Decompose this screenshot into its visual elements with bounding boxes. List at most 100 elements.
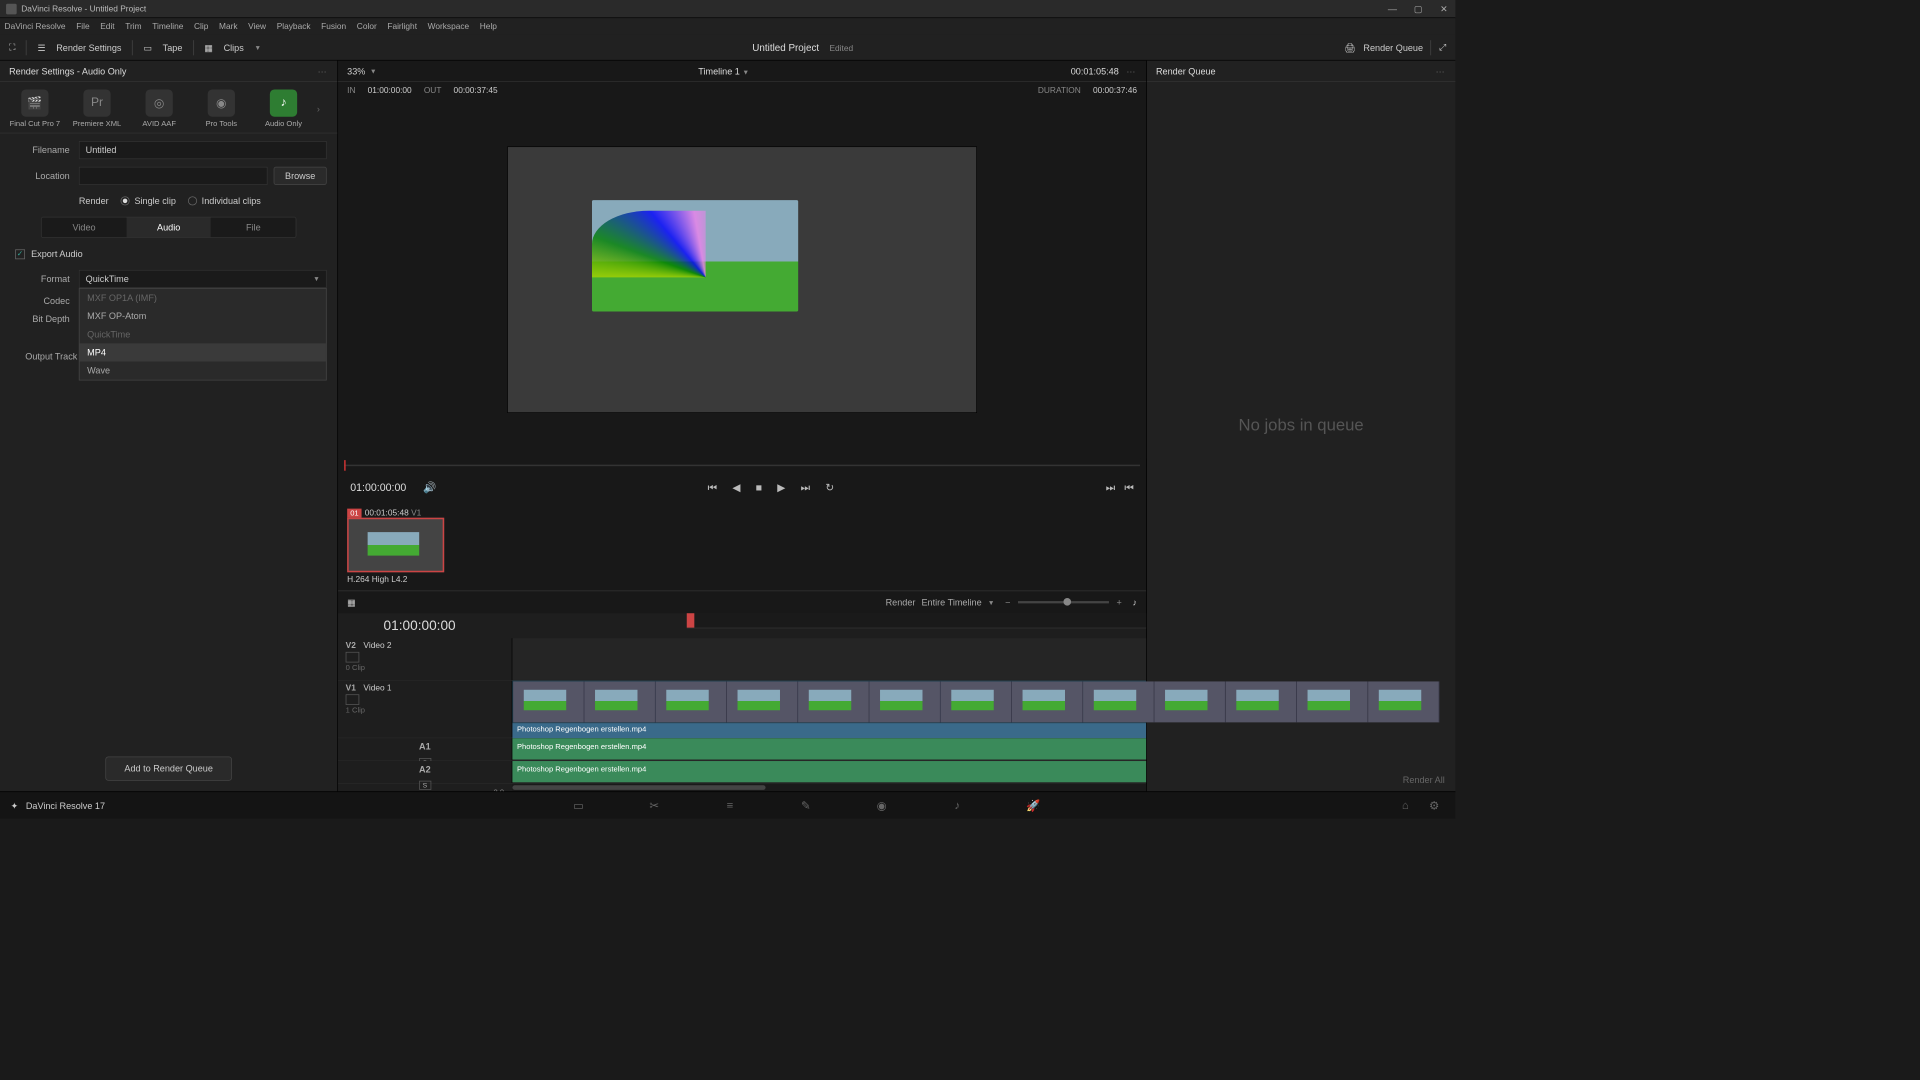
render-all-button[interactable]: Render All	[1403, 775, 1445, 786]
stop-button[interactable]: ■	[756, 481, 762, 494]
tab-file[interactable]: File	[211, 218, 296, 238]
prev-frame-button[interactable]: ◀	[732, 481, 740, 494]
clips-icon[interactable]: ▦	[204, 42, 213, 53]
tab-audio[interactable]: Audio	[126, 218, 211, 238]
menu-item[interactable]: Trim	[125, 22, 141, 31]
track-body[interactable]: Photoshop Regenbogen erstellen.mp4	[512, 681, 1146, 738]
browse-button[interactable]: Browse	[274, 167, 327, 185]
individual-clips-radio[interactable]: Individual clips	[188, 196, 261, 207]
first-frame-button[interactable]: ⏮	[708, 481, 718, 494]
location-input[interactable]	[79, 167, 268, 185]
viewer-viewport[interactable]	[338, 100, 1146, 459]
track-body[interactable]: Photoshop Regenbogen erstellen.mp4	[512, 738, 1146, 760]
zoom-out-button[interactable]: −	[1005, 597, 1010, 608]
zoom-slider[interactable]	[1018, 601, 1109, 603]
menu-item[interactable]: Edit	[100, 22, 114, 31]
panel-menu-icon[interactable]: ⋯	[1436, 66, 1447, 77]
panel-menu-icon[interactable]: ⋯	[318, 66, 329, 77]
track-enable-toggle[interactable]	[346, 652, 360, 663]
settings-icon[interactable]: ⚙	[1427, 798, 1442, 813]
clip-thumbnail[interactable]: 0100:01:05:48 V1 H.264 High L4.2	[347, 509, 444, 585]
zoom-in-button[interactable]: +	[1117, 597, 1122, 608]
render-queue-icon[interactable]: 🖨	[1344, 42, 1356, 53]
menu-item[interactable]: Fusion	[321, 22, 346, 31]
loop-button[interactable]: ↻	[825, 481, 834, 494]
dropdown-item[interactable]: MXF OP1A (IMF)	[80, 289, 326, 307]
preset-premiere[interactable]: PrPremiere XML	[68, 89, 126, 128]
track-body[interactable]	[512, 638, 1146, 680]
zoom-select[interactable]: 33%▼	[347, 66, 377, 77]
viewer-menu-icon[interactable]: ⋯	[1126, 66, 1137, 77]
scrub-bar[interactable]	[344, 459, 1140, 473]
timeline-ruler[interactable]	[687, 613, 1146, 628]
single-clip-radio[interactable]: Single clip	[121, 196, 176, 207]
menu-item[interactable]: Color	[357, 22, 377, 31]
fairlight-page-icon[interactable]: ♪	[950, 798, 965, 813]
menu-item[interactable]: View	[248, 22, 266, 31]
jump-prev-button[interactable]: ⏮	[1124, 481, 1134, 494]
tape-icon[interactable]: ▭	[143, 42, 152, 53]
play-button[interactable]: ▶	[777, 481, 785, 494]
menu-item[interactable]: Mark	[219, 22, 238, 31]
menu-item[interactable]: DaVinci Resolve	[5, 22, 66, 31]
dropdown-item[interactable]: Wave	[80, 362, 326, 380]
playhead-icon[interactable]	[344, 460, 346, 471]
dropdown-item[interactable]: QuickTime	[80, 325, 326, 343]
render-scope-select[interactable]: Entire Timeline	[921, 597, 981, 608]
add-to-render-queue-button[interactable]: Add to Render Queue	[105, 756, 231, 780]
export-audio-checkbox[interactable]: ✓	[15, 249, 25, 259]
dropdown-item-hover[interactable]: MP4	[80, 343, 326, 361]
in-value: 01:00:00:00	[368, 86, 412, 95]
media-page-icon[interactable]: ▭	[571, 798, 586, 813]
video-clip[interactable]	[512, 681, 1146, 723]
timeline-view-icon[interactable]: ▦	[347, 597, 356, 608]
solo-button[interactable]: S	[419, 781, 431, 790]
chevron-down-icon[interactable]: ▼	[742, 68, 749, 76]
track-enable-toggle[interactable]	[346, 694, 360, 705]
render-settings-label[interactable]: Render Settings	[56, 42, 121, 53]
fusion-page-icon[interactable]: ✎	[798, 798, 813, 813]
timeline-scrollbar[interactable]	[512, 784, 1146, 792]
preset-avid[interactable]: ◎AVID AAF	[130, 89, 188, 128]
chevron-down-icon[interactable]: ▼	[254, 44, 261, 52]
menu-item[interactable]: Workspace	[428, 22, 470, 31]
timeline-name[interactable]: Timeline 1	[698, 66, 740, 77]
menu-item[interactable]: Timeline	[152, 22, 183, 31]
cut-page-icon[interactable]: ✂	[647, 798, 662, 813]
render-queue-label[interactable]: Render Queue	[1363, 42, 1423, 53]
minimize-button[interactable]: —	[1387, 3, 1398, 14]
volume-icon[interactable]: 🔊	[423, 481, 436, 494]
jump-next-button[interactable]: ⏭	[1106, 481, 1116, 494]
expand-icon[interactable]: ⤢	[1439, 42, 1446, 53]
edit-page-icon[interactable]: ≡	[722, 798, 737, 813]
menu-item[interactable]: Playback	[277, 22, 311, 31]
clips-label[interactable]: Clips	[224, 42, 244, 53]
audio-meter-icon[interactable]: ♪	[1132, 597, 1137, 608]
playhead-icon[interactable]	[687, 613, 695, 627]
menu-item[interactable]: Clip	[194, 22, 208, 31]
tab-video[interactable]: Video	[42, 218, 127, 238]
next-frame-button[interactable]: ⏭	[801, 481, 811, 494]
preset-audio-only[interactable]: ♪Audio Only	[255, 89, 313, 128]
audio-clip[interactable]: Photoshop Regenbogen erstellen.mp4	[512, 761, 1146, 782]
format-select[interactable]: QuickTime▼	[79, 270, 327, 288]
close-button[interactable]: ✕	[1439, 3, 1450, 14]
track-body[interactable]: Photoshop Regenbogen erstellen.mp4	[512, 761, 1146, 783]
home-icon[interactable]: ⌂	[1398, 798, 1413, 813]
chevron-down-icon[interactable]: ▼	[988, 598, 995, 606]
preset-finalcut[interactable]: 🎬Final Cut Pro 7	[6, 89, 64, 128]
tape-label[interactable]: Tape	[163, 42, 183, 53]
filename-input[interactable]	[79, 141, 327, 159]
color-page-icon[interactable]: ◉	[874, 798, 889, 813]
menu-item[interactable]: File	[76, 22, 89, 31]
audio-clip[interactable]: Photoshop Regenbogen erstellen.mp4	[512, 738, 1146, 759]
preset-scroll-right[interactable]: ›	[317, 89, 328, 128]
menu-item[interactable]: Help	[480, 22, 497, 31]
menu-item[interactable]: Fairlight	[387, 22, 417, 31]
fullscreen-icon[interactable]: ⛶	[9, 42, 15, 53]
dropdown-item[interactable]: MXF OP-Atom	[80, 307, 326, 325]
deliver-page-icon[interactable]: 🚀	[1026, 798, 1041, 813]
maximize-button[interactable]: ▢	[1413, 3, 1424, 14]
render-settings-icon[interactable]: ☰	[37, 42, 45, 53]
preset-protools[interactable]: ◉Pro Tools	[193, 89, 251, 128]
